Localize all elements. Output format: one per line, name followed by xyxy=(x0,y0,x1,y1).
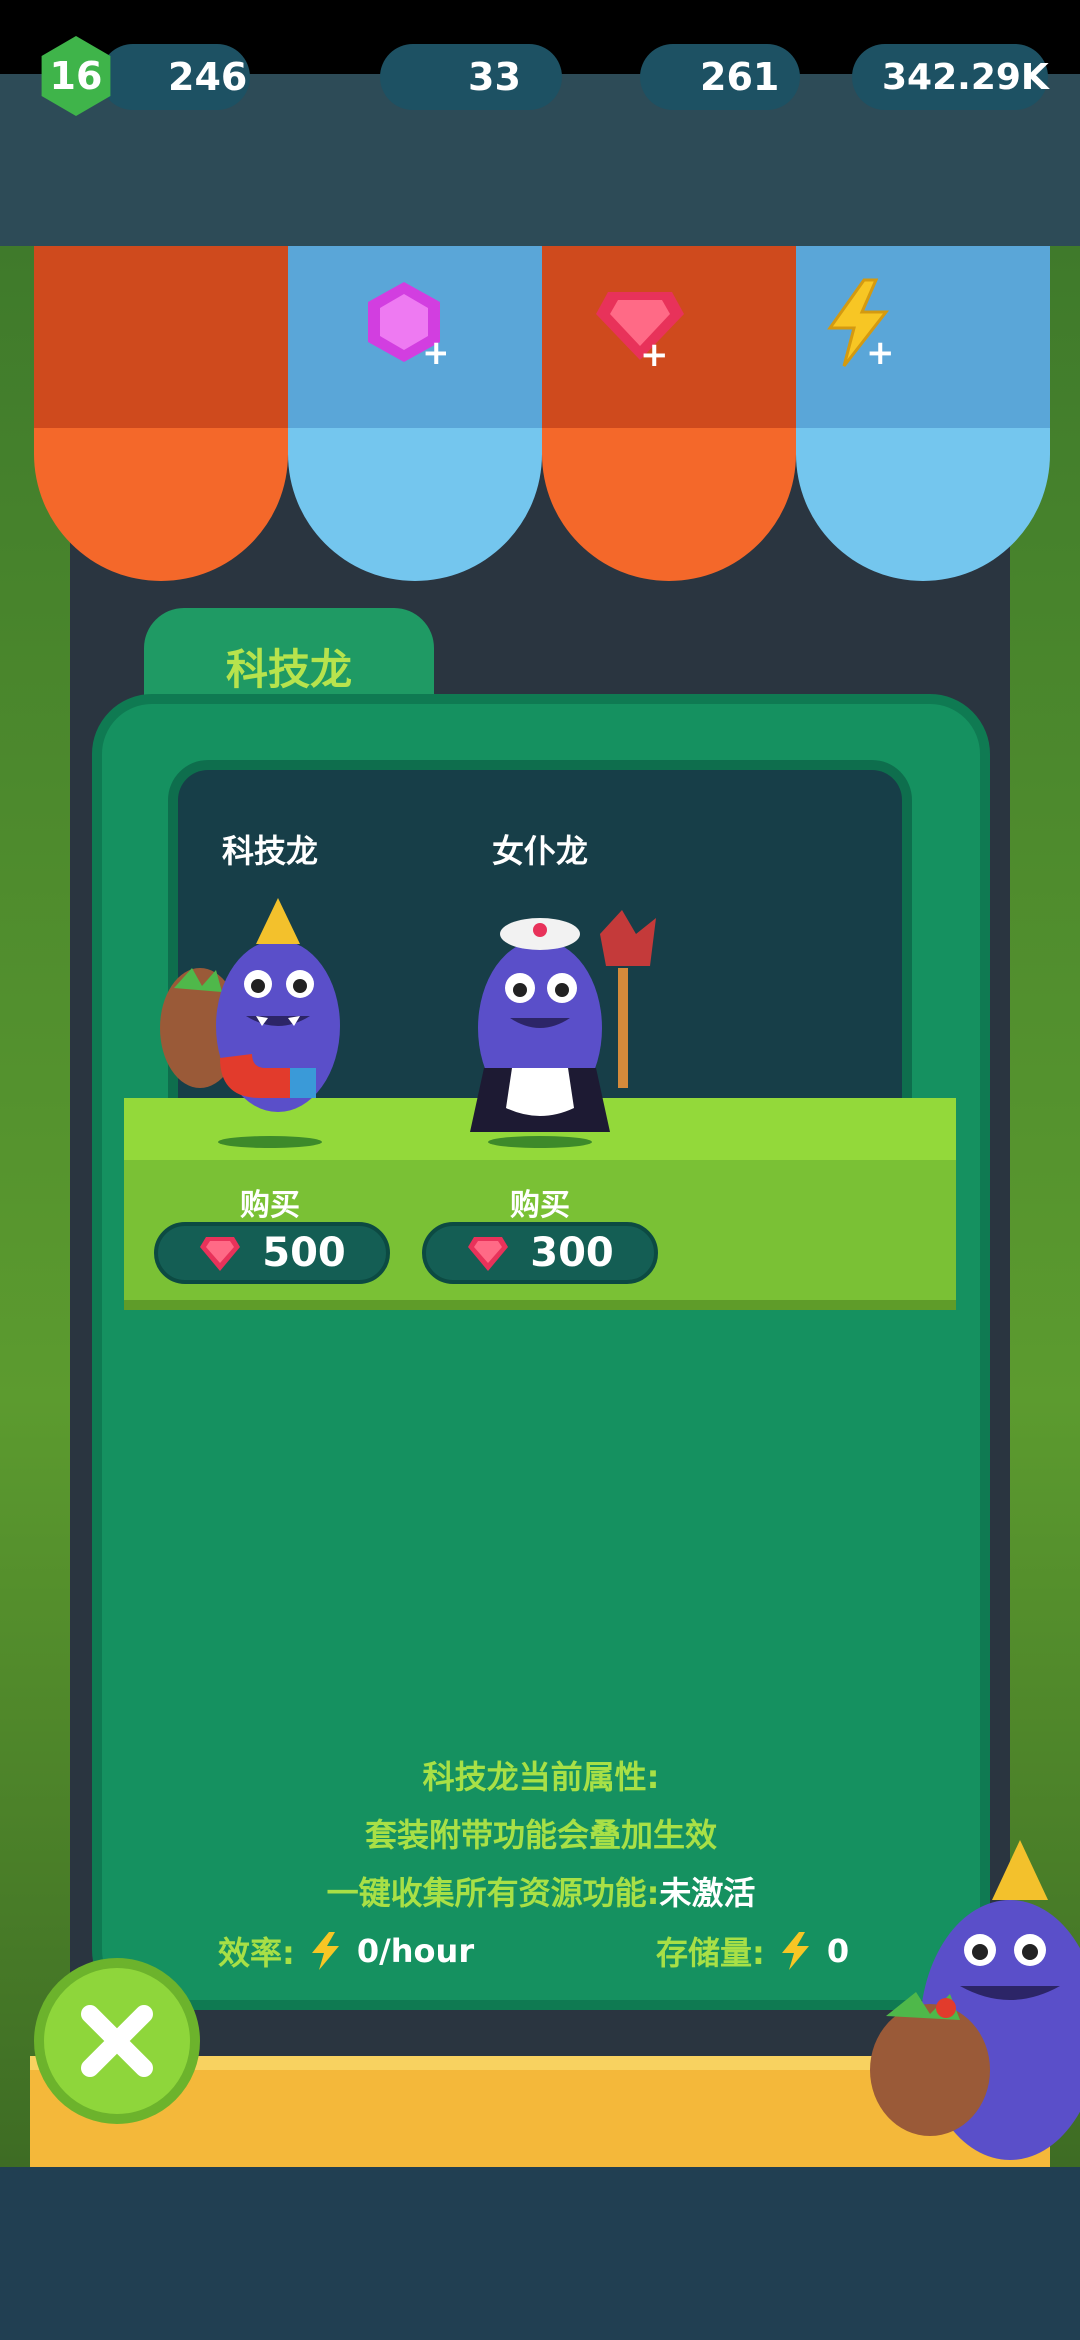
efficiency-label: 效率: xyxy=(218,1934,295,1972)
purple-gem-value: 33 xyxy=(468,55,521,99)
panel-title: 科技龙 xyxy=(225,645,352,694)
price-tech-dragon: 500 xyxy=(262,1230,346,1276)
tech-dragon-costume[interactable] xyxy=(160,898,370,1148)
storage-row: 存储量: 0 xyxy=(656,1928,849,1974)
storage-value: 0 xyxy=(826,1932,850,1970)
jungle-left xyxy=(0,246,70,2167)
buy-label-tech-dragon: 购买 xyxy=(240,1188,300,1223)
lightning-bolt-icon[interactable]: + xyxy=(820,278,896,368)
red-gem-icon xyxy=(468,1237,509,1271)
collect-label: 一键收集所有资源功能: xyxy=(326,1874,660,1912)
red-gem-pill[interactable]: 261 xyxy=(640,44,800,110)
maid-dragon-costume[interactable] xyxy=(440,898,670,1148)
svg-text:+: + xyxy=(422,333,446,368)
lightning-bolt-icon xyxy=(311,1932,339,1970)
item-name-tech-dragon: 科技龙 xyxy=(221,832,318,870)
storage-label: 存储量: xyxy=(656,1934,765,1972)
attribute-title: 科技龙当前属性: xyxy=(422,1758,660,1796)
buy-label-maid-dragon: 购买 xyxy=(510,1188,570,1223)
svg-text:+: + xyxy=(640,335,669,368)
collect-status: 未激活 xyxy=(659,1874,756,1912)
item-name-maid-dragon: 女仆龙 xyxy=(491,832,588,870)
red-gem-icon xyxy=(200,1237,241,1271)
energy-value: 342.29K xyxy=(882,56,1049,98)
attribute-set-note: 套装附带功能会叠加生效 xyxy=(364,1816,717,1854)
bottom-band xyxy=(0,2167,1080,2340)
close-button[interactable] xyxy=(34,1958,200,2124)
shopkeeper-dragon xyxy=(870,1840,1080,2160)
buy-maid-dragon-button[interactable]: 300 xyxy=(422,1222,658,1284)
purple-gem-icon[interactable]: + xyxy=(362,278,446,368)
red-gem-value: 261 xyxy=(700,55,780,99)
attribute-collect-row: 一键收集所有资源功能:未激活 xyxy=(92,1868,990,1914)
xp-value: 246 xyxy=(168,55,248,99)
svg-text:+: + xyxy=(866,333,895,368)
buy-tech-dragon-button[interactable]: 500 xyxy=(154,1222,390,1284)
red-gem-icon[interactable]: + xyxy=(594,282,686,368)
efficiency-value: 0/hour xyxy=(356,1932,475,1970)
price-maid-dragon: 300 xyxy=(530,1230,614,1276)
xp-pill: 246 xyxy=(100,44,250,110)
efficiency-row: 效率: 0/hour xyxy=(218,1928,474,1974)
lightning-bolt-icon xyxy=(781,1932,809,1970)
purple-gem-pill[interactable]: 33 xyxy=(380,44,562,110)
close-x-icon xyxy=(81,2005,153,2077)
awning-shade-1 xyxy=(34,246,288,428)
level-value: 16 xyxy=(49,54,103,98)
energy-pill[interactable]: 342.29K xyxy=(852,44,1049,110)
